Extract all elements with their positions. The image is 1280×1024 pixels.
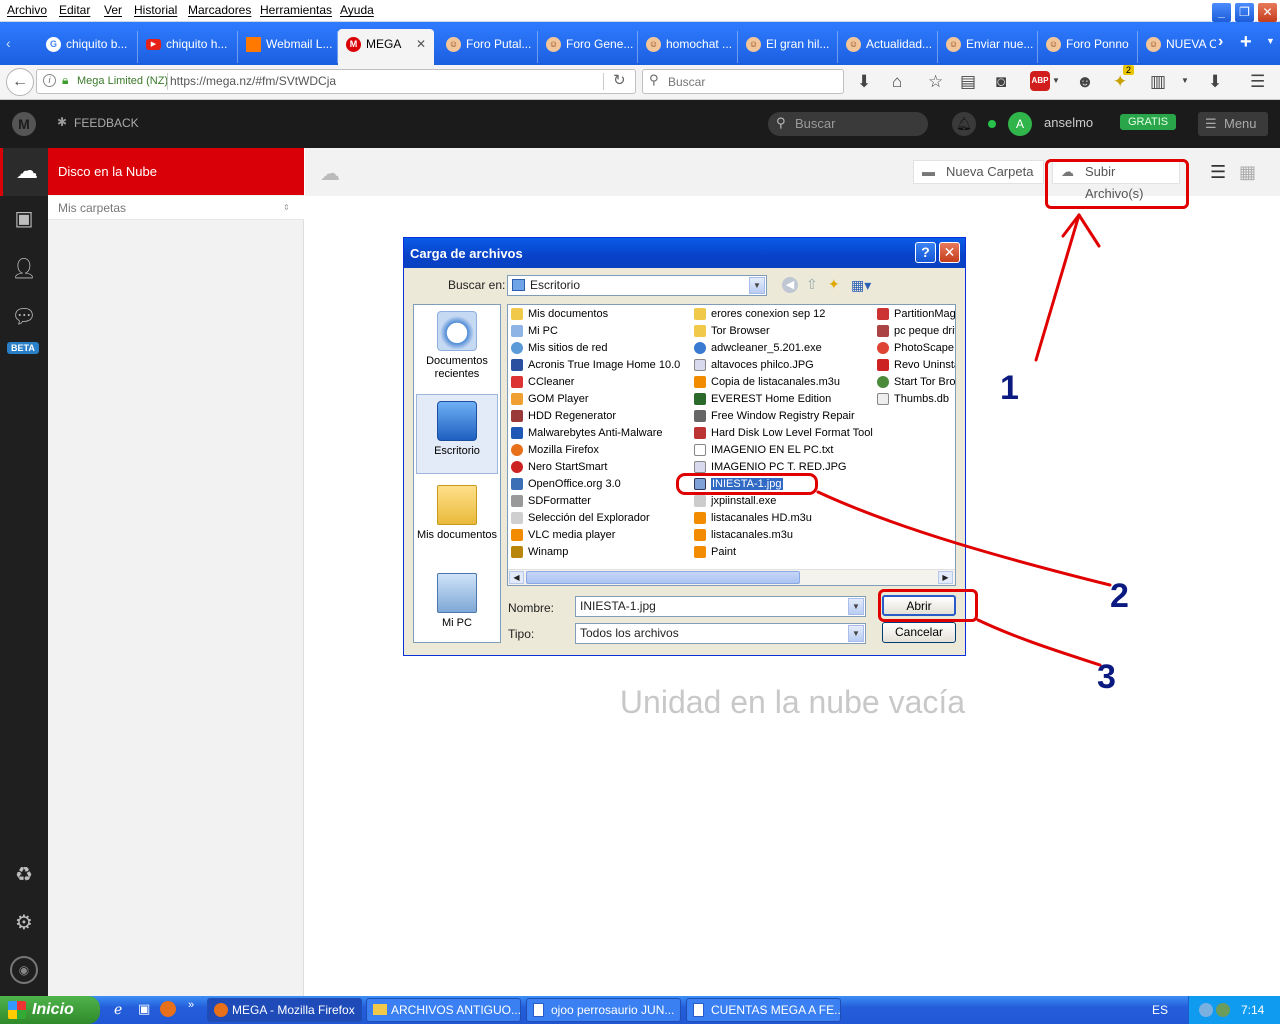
language-indicator[interactable]: ES: [1152, 1003, 1168, 1017]
taskbar-item-folder[interactable]: ARCHIVOS ANTIGUO...: [366, 998, 521, 1022]
annotation-number-2: 2: [1110, 577, 1129, 615]
quicklaunch-more-icon[interactable]: »: [188, 999, 194, 1011]
firefox-quicklaunch-icon[interactable]: [160, 1001, 176, 1017]
annotation-number-1: 1: [1000, 369, 1019, 407]
taskbar-item-label: ARCHIVOS ANTIGUO...: [391, 1003, 521, 1017]
taskbar-item-firefox[interactable]: MEGA - Mozilla Firefox: [207, 998, 362, 1022]
system-tray: 7:14: [1188, 996, 1280, 1024]
firefox-icon: [214, 1003, 228, 1017]
taskbar-item-document-1[interactable]: ojoo perrosaurio JUN...: [526, 998, 681, 1022]
ie-quicklaunch-icon[interactable]: ℯ: [114, 1001, 122, 1018]
clock[interactable]: 7:14: [1241, 996, 1264, 1024]
taskbar-item-label: CUENTAS MEGA A FE...: [711, 1003, 841, 1017]
folder-icon: [373, 1004, 387, 1015]
taskbar-item-label: ojoo perrosaurio JUN...: [551, 1003, 675, 1017]
taskbar-item-document-2[interactable]: CUENTAS MEGA A FE...: [686, 998, 841, 1022]
desktop-quicklaunch-icon[interactable]: ▣: [138, 1001, 150, 1017]
start-button[interactable]: Inicio: [0, 996, 100, 1024]
security-tray-icon[interactable]: [1216, 1003, 1230, 1017]
annotation-number-3: 3: [1097, 658, 1116, 696]
windows-logo-icon: [8, 1001, 26, 1019]
start-label: Inicio: [32, 1001, 74, 1018]
document-icon: [533, 1003, 544, 1017]
taskbar-item-label: MEGA - Mozilla Firefox: [232, 1003, 355, 1017]
annotation-arrows: [816, 213, 1112, 667]
windows-taskbar: Inicio ℯ ▣ » MEGA - Mozilla Firefox ARCH…: [0, 996, 1280, 1024]
network-tray-icon[interactable]: [1199, 1003, 1213, 1017]
document-icon: [693, 1003, 704, 1017]
